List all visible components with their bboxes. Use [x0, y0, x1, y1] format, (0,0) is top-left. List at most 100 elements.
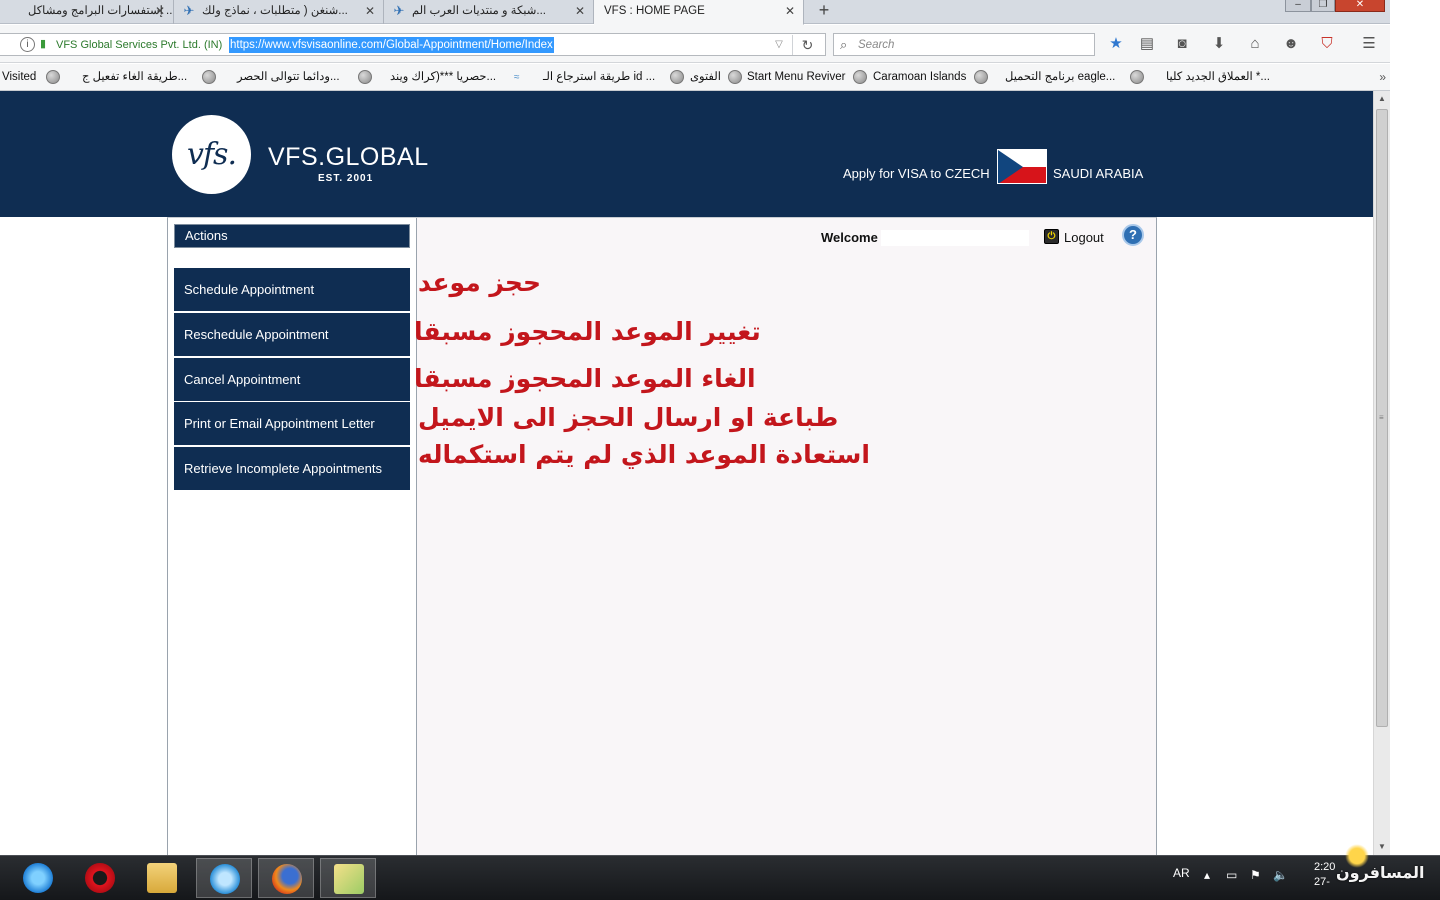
print-email-letter-button[interactable]: Print or Email Appointment Letter — [174, 402, 410, 445]
globe-icon — [853, 70, 867, 84]
globe-icon — [974, 70, 988, 84]
scroll-down-icon[interactable]: ▼ — [1374, 839, 1390, 855]
annotation-schedule: حجز موعد — [418, 268, 541, 297]
tab-title: شنغن ( متطلبات ، نماذج ولك... — [202, 5, 348, 17]
home-icon[interactable]: ⌂ — [1243, 33, 1267, 55]
apply-visa-text: Apply for VISA to CZECH — [843, 166, 990, 181]
actions-sidebar: Actions Schedule Appointment Reschedule … — [168, 218, 417, 855]
bookmark-most-visited[interactable]: Visited — [2, 69, 36, 86]
annotation-cancel: الغاء الموعد المحجوز مسبقا — [414, 364, 756, 393]
airplane-icon: ✈ — [393, 3, 405, 18]
internet-explorer-icon[interactable] — [10, 858, 66, 898]
bookmark-item[interactable]: طريقة استرجاع الـ id ... — [543, 69, 655, 86]
close-icon[interactable]: ✕ — [573, 0, 587, 22]
folder-app-glyph — [334, 864, 364, 894]
power-icon[interactable]: ⏻ — [1044, 229, 1059, 244]
logo-established: EST. 2001 — [318, 173, 374, 184]
address-bar[interactable]: i ▮ VFS Global Services Pvt. Ltd. (IN) h… — [0, 33, 826, 56]
language-indicator[interactable]: AR — [1173, 866, 1190, 880]
screen: إستفسارات البرامج ومشاكل ... ✕ ✈ شنغن ( … — [0, 0, 1440, 900]
volume-icon[interactable]: 🔈 — [1273, 868, 1288, 882]
chevron-right-icon[interactable]: » — [1379, 69, 1386, 86]
logo-wordmark: VFS.GLOBAL — [268, 143, 429, 171]
network-app-icon[interactable] — [196, 858, 252, 898]
bookmarks-bar: Visited طريقة الغاء تفعيل ج... ودائما تت… — [0, 64, 1390, 91]
retrieve-incomplete-button[interactable]: Retrieve Incomplete Appointments — [174, 447, 410, 490]
tab-vfs-home[interactable]: VFS : HOME PAGE ✕ — [594, 0, 804, 25]
close-icon[interactable]: ✕ — [783, 0, 797, 22]
url-text[interactable]: https://www.vfsvisaonline.com/Global-App… — [229, 37, 554, 53]
grip-icon: ≡ — [1379, 413, 1384, 422]
tab-schengen[interactable]: ✈ شنغن ( متطلبات ، نماذج ولك... ✕ — [174, 0, 384, 24]
help-icon[interactable]: ? — [1122, 224, 1144, 246]
logout-link[interactable]: Logout — [1064, 230, 1104, 246]
annotation-print-email: طباعة او ارسال الحجز الى الايميل — [418, 403, 839, 432]
vfs-logo[interactable]: vfs. — [172, 115, 251, 194]
folder-glyph — [147, 863, 177, 893]
tab-arab-network[interactable]: ✈ شبكة و منتديات العرب الم... ✕ — [384, 0, 594, 24]
clock[interactable]: 2:20 27- — [1314, 860, 1335, 890]
chevron-up-icon[interactable]: ▴ — [1204, 868, 1210, 882]
reload-icon[interactable]: ↻ — [792, 35, 822, 55]
close-icon[interactable]: ✕ — [153, 0, 167, 22]
bookmark-item[interactable]: Caramoan Islands — [873, 69, 966, 86]
welcome-label: Welcome — [821, 230, 878, 245]
download-icon[interactable]: ⬇ — [1207, 33, 1231, 55]
reading-list-icon[interactable]: ▤ — [1135, 33, 1159, 55]
close-icon: ✕ — [1355, 0, 1365, 10]
schedule-appointment-button[interactable]: Schedule Appointment — [174, 268, 410, 311]
ie-glyph — [23, 863, 53, 893]
minimize-button[interactable]: – — [1285, 0, 1311, 12]
window-close-button[interactable]: ✕ — [1335, 0, 1385, 12]
reschedule-appointment-button[interactable]: Reschedule Appointment — [174, 313, 410, 356]
pocket-icon[interactable]: ◙ — [1170, 33, 1194, 55]
firefox-icon[interactable] — [258, 858, 314, 898]
search-icon: ⌕ — [840, 37, 848, 52]
site-identity[interactable]: VFS Global Services Pvt. Ltd. (IN) — [56, 37, 222, 53]
maximize-button[interactable]: ❐ — [1311, 0, 1335, 12]
close-icon[interactable]: ✕ — [363, 0, 377, 22]
globe-icon — [670, 70, 684, 84]
navigation-bar: i ▮ VFS Global Services Pvt. Ltd. (IN) h… — [0, 25, 1390, 63]
opera-icon[interactable] — [72, 858, 128, 898]
chevron-down-icon[interactable]: ▽ — [772, 36, 786, 54]
star-icon[interactable]: ★ — [1104, 33, 1128, 55]
bookmark-item[interactable]: العملاق الجديد كليا *... — [1166, 69, 1270, 86]
cancel-appointment-button[interactable]: Cancel Appointment — [174, 358, 410, 401]
search-box[interactable]: ⌕ Search — [833, 33, 1095, 56]
wing-icon: ≈ — [514, 72, 520, 83]
scroll-up-icon[interactable]: ▲ — [1374, 91, 1390, 107]
network-icon[interactable]: ▭ — [1226, 868, 1237, 882]
bookmark-item[interactable]: Start Menu Reviver — [747, 69, 845, 86]
info-icon[interactable]: i — [20, 37, 35, 52]
czech-flag-icon — [997, 149, 1047, 184]
globe-icon — [1130, 70, 1144, 84]
bookmark-item[interactable]: ودائما تتوالى الحصر... — [237, 69, 340, 86]
content-panel: Actions Schedule Appointment Reschedule … — [167, 217, 1157, 855]
country-label: SAUDI ARABIA — [1053, 166, 1144, 181]
site-header: vfs. VFS.GLOBAL EST. 2001 Apply for VISA… — [0, 91, 1373, 217]
lock-icon[interactable]: ▮ — [40, 38, 50, 51]
bookmark-item[interactable]: الفتوى — [690, 69, 721, 86]
minimize-icon: – — [1295, 0, 1301, 10]
page-viewport: vfs. VFS.GLOBAL EST. 2001 Apply for VISA… — [0, 91, 1373, 855]
bookmark-item[interactable]: حصريا ***(كراك ويند... — [390, 69, 496, 86]
flag-icon[interactable]: ⚑ — [1250, 868, 1261, 882]
globe-icon — [728, 70, 742, 84]
globe-icon — [358, 70, 372, 84]
bookmark-item[interactable]: برنامج التحميل eagle... — [1005, 69, 1115, 86]
vertical-scrollbar[interactable]: ▲ ≡ ▼ — [1373, 91, 1390, 855]
desktop-edge — [1390, 0, 1440, 855]
shield-icon[interactable]: ⛉ — [1315, 33, 1339, 55]
search-input[interactable]: Search — [858, 37, 894, 53]
globe-icon — [46, 70, 60, 84]
new-tab-button[interactable]: + — [812, 0, 836, 22]
menu-icon[interactable]: ☰ — [1357, 33, 1381, 55]
taskbar: AR ▴ ▭ ⚑ 🔈 2:20 27- المسافرون — [0, 844, 1440, 900]
file-explorer-icon[interactable] — [134, 858, 190, 898]
tab-software-forum[interactable]: إستفسارات البرامج ومشاكل ... ✕ — [0, 0, 174, 24]
chat-icon[interactable]: ☻ — [1279, 33, 1303, 55]
bookmark-item[interactable]: طريقة الغاء تفعيل ج... — [82, 69, 187, 86]
tab-title: VFS : HOME PAGE — [604, 5, 705, 17]
folder-app-icon[interactable] — [320, 858, 376, 898]
